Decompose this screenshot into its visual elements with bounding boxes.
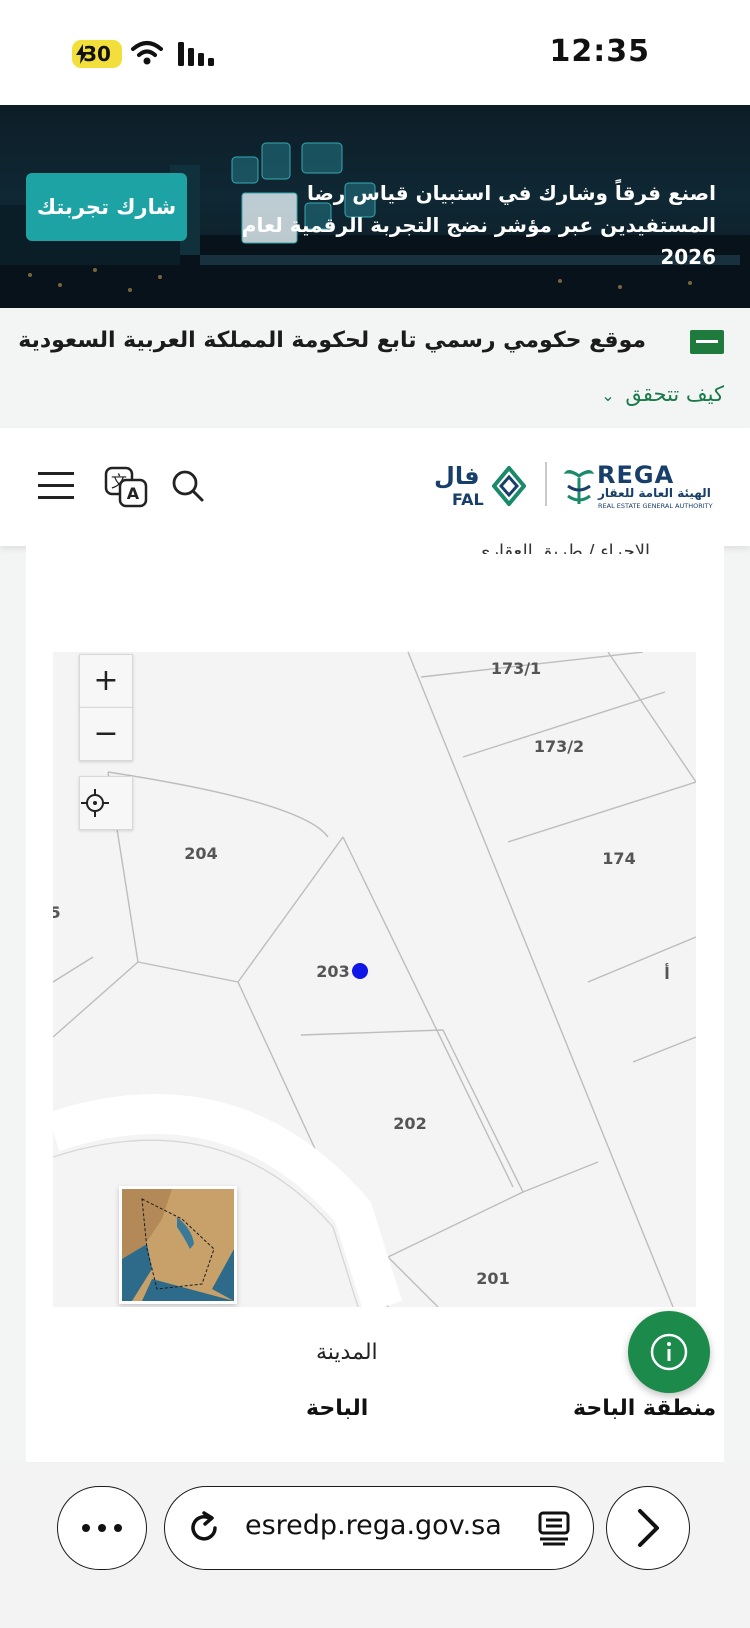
parcel-label: 201 (476, 1269, 509, 1288)
parcel-label: 204 (184, 844, 217, 863)
share-experience-button[interactable]: شارك تجربتك (26, 173, 187, 241)
translate-button[interactable]: 文 A (104, 464, 148, 508)
region-label: منطقة الباحة (573, 1396, 717, 1421)
location-marker[interactable] (352, 963, 368, 979)
parcel-label: 173/1 (491, 659, 541, 678)
more-options-button[interactable] (57, 1486, 147, 1570)
info-icon (650, 1333, 688, 1371)
fal-english-name: FAL (452, 490, 484, 509)
wifi-icon (131, 41, 163, 65)
gov-notice: موقع حكومي رسمي تابع لحكومة المملكة العر… (0, 308, 750, 428)
rega-name: REGA (597, 461, 675, 489)
forward-button[interactable] (606, 1486, 690, 1570)
url-text: esredp.rega.gov.sa (245, 1510, 502, 1541)
clock: 12:35 (549, 34, 650, 69)
fal-diamond-icon (492, 466, 526, 506)
fal-arabic-name: فال (434, 462, 480, 490)
logo-divider (545, 462, 547, 506)
parcel-label: 203 (316, 962, 349, 981)
info-button[interactable] (628, 1311, 710, 1393)
reader-mode-icon[interactable] (535, 1509, 573, 1547)
city-value: الباحة (306, 1396, 369, 1421)
locate-me-button[interactable] (79, 776, 133, 830)
address-bar[interactable]: esredp.rega.gov.sa (164, 1486, 594, 1570)
arabian-peninsula-thumbnail (122, 1189, 234, 1301)
survey-banner: شارك تجربتك اصنع فرقاً وشارك في استبيان … (0, 105, 750, 308)
verify-link[interactable]: كيف تتحقق ⌄ (601, 382, 724, 406)
reload-icon[interactable] (185, 1509, 223, 1547)
city-label: المدينة (316, 1340, 378, 1365)
search-icon (172, 470, 204, 502)
parcel-label: 5 (53, 903, 61, 922)
crosshair-icon (81, 789, 109, 817)
rega-palm-icon (564, 470, 594, 504)
browser-toolbar: esredp.rega.gov.sa (0, 1462, 750, 1628)
satellite-minimap[interactable] (119, 1186, 237, 1304)
rega-english-name: REAL ESTATE GENERAL AUTHORITY (598, 502, 713, 510)
menu-button[interactable] (38, 464, 82, 508)
svg-text:A: A (127, 484, 140, 503)
chevron-down-icon: ⌄ (601, 386, 615, 405)
parcel-label: 173/2 (534, 737, 584, 756)
zoom-out-button[interactable]: − (79, 707, 133, 761)
status-bar: 30 12:35 (0, 0, 750, 105)
parcel-label: 202 (393, 1114, 426, 1133)
signal-icon (178, 42, 214, 66)
gov-notice-title: موقع حكومي رسمي تابع لحكومة المملكة العر… (18, 328, 646, 353)
translate-icon: 文 A (104, 466, 148, 508)
partial-section-text: الإجراء / طريق العقاري (476, 541, 650, 554)
hamburger-icon (38, 472, 74, 499)
chevron-right-icon (638, 1509, 659, 1547)
charging-icon (76, 44, 88, 64)
banner-text: اصنع فرقاً وشارك في استبيان قياس رضا الم… (241, 181, 716, 269)
parcel-label: 174 (602, 849, 635, 868)
verify-link-label: كيف تتحقق (625, 382, 724, 406)
parcel-label: أ (664, 963, 669, 983)
zoom-in-button[interactable]: + (79, 654, 133, 708)
search-button[interactable] (168, 464, 212, 508)
ellipsis-icon (82, 1524, 122, 1532)
rega-arabic-name: الهيئة العامة للعقار (598, 486, 711, 500)
parcel-map[interactable]: 173/1 173/2 174 204 5 203 202 201 أ + − (53, 652, 696, 1307)
saudi-flag-icon (690, 330, 724, 354)
